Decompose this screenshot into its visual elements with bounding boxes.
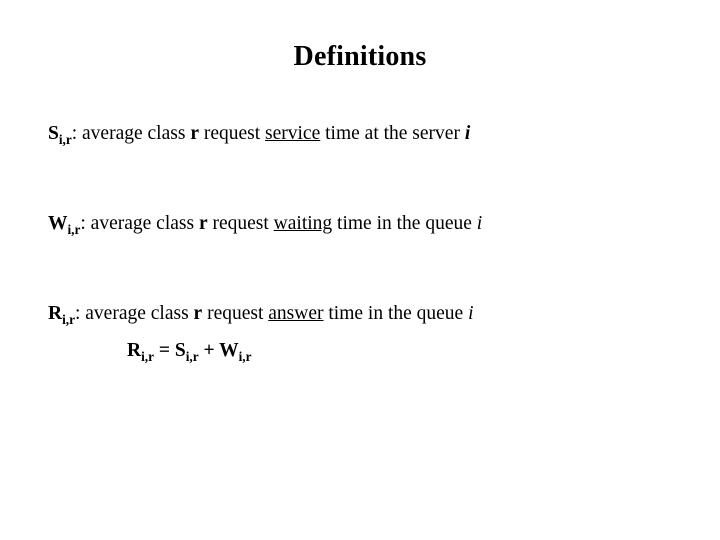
- mid-text-w: request: [207, 213, 274, 234]
- definition-line-waiting: Wi,r: average class r request waiting ti…: [48, 212, 482, 236]
- class-var-w: r: [198, 213, 208, 234]
- page-title: Definitions: [293, 41, 427, 72]
- equation-lhs-symbol: R: [127, 340, 142, 361]
- tail-text-r: time in the queue: [323, 303, 469, 324]
- index-var-s: i: [464, 123, 471, 144]
- equation-response-time: Ri,r = Si,r + Wi,r: [127, 339, 251, 363]
- class-var-r: r: [193, 303, 203, 324]
- equation-term1-symbol: S: [174, 340, 186, 361]
- tail-text-w: time in the queue: [332, 213, 477, 234]
- lead-text-r: average class: [80, 303, 194, 324]
- index-var-r: i: [468, 303, 474, 324]
- subscript-s: i,r: [58, 131, 72, 147]
- slide-canvas: Definitions Si,r: average class r reques…: [0, 0, 720, 540]
- mid-text-r: request: [202, 303, 269, 324]
- equation-lhs-subscript: i,r: [141, 348, 154, 364]
- equation-term2-subscript: i,r: [238, 348, 252, 364]
- tail-text-s: time at the server: [320, 123, 465, 144]
- subscript-r: i,r: [62, 311, 75, 327]
- keyword-service: service: [265, 123, 321, 144]
- equation-term2-symbol: W: [219, 340, 239, 361]
- definition-line-service: Si,r: average class r request service ti…: [48, 122, 470, 146]
- class-var-s: r: [190, 123, 199, 144]
- subscript-w: i,r: [67, 221, 81, 237]
- index-var-w: i: [476, 213, 483, 234]
- keyword-answer: answer: [268, 303, 324, 324]
- mid-text-s: request: [198, 123, 266, 144]
- keyword-waiting: waiting: [273, 213, 333, 234]
- definition-line-answer: Ri,r: average class r request answer tim…: [48, 302, 474, 326]
- equation-plus-sign: +: [198, 340, 220, 361]
- lead-text-s: average class: [77, 123, 191, 144]
- equation-term1-subscript: i,r: [185, 348, 199, 364]
- symbol-w: W: [48, 213, 68, 234]
- symbol-s: S: [48, 123, 59, 144]
- lead-text-w: average class: [85, 213, 199, 234]
- symbol-r: R: [48, 303, 63, 324]
- equation-equals-sign: =: [153, 340, 175, 361]
